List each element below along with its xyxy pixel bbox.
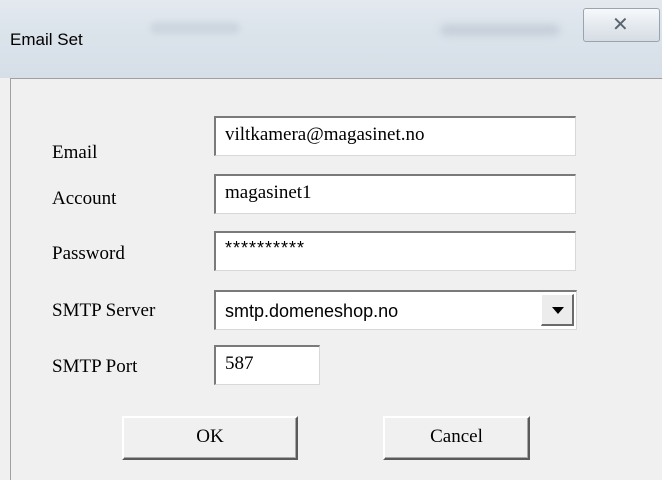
password-field[interactable]: ********** bbox=[214, 231, 576, 271]
chevron-down-icon bbox=[552, 307, 564, 314]
email-label: Email bbox=[52, 142, 98, 163]
title-bar[interactable]: Email Set ✕ bbox=[0, 0, 662, 78]
dropdown-button[interactable] bbox=[541, 294, 574, 326]
ok-button[interactable]: OK bbox=[122, 416, 298, 460]
password-label: Password bbox=[52, 243, 125, 264]
window-title: Email Set bbox=[10, 30, 83, 49]
smtp-server-label: SMTP Server bbox=[52, 300, 156, 321]
account-label: Account bbox=[52, 188, 117, 209]
email-set-dialog: Email Set ✕ Email viltkamera@magasinet.n… bbox=[0, 0, 662, 480]
blurred-background-text bbox=[440, 24, 560, 36]
blurred-background-text bbox=[150, 22, 240, 34]
close-button[interactable]: ✕ bbox=[583, 8, 660, 42]
smtp-port-label: SMTP Port bbox=[52, 356, 138, 377]
account-field[interactable]: magasinet1 bbox=[214, 174, 576, 214]
smtp-server-select[interactable]: smtp.domeneshop.no bbox=[214, 290, 577, 330]
email-field[interactable]: viltkamera@magasinet.no bbox=[214, 116, 576, 156]
close-icon: ✕ bbox=[612, 12, 629, 36]
smtp-port-field[interactable]: 587 bbox=[214, 345, 320, 385]
cancel-button[interactable]: Cancel bbox=[383, 416, 530, 460]
smtp-server-value: smtp.domeneshop.no bbox=[225, 301, 399, 321]
